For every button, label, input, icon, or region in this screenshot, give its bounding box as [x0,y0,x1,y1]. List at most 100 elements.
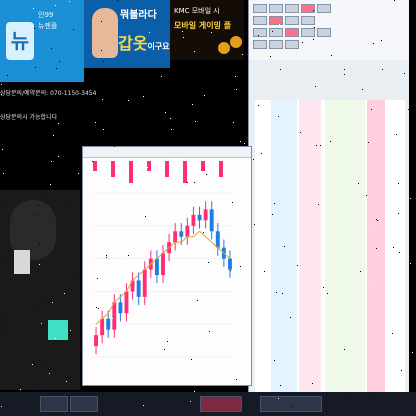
noise-dot [326,379,327,380]
noise-dot [106,255,107,256]
noise-dot [161,76,162,77]
coin-icon [230,36,242,48]
toolbar-button[interactable] [253,28,267,37]
noise-dot [371,109,372,110]
noise-dot [39,304,40,305]
volume-bar [183,161,187,183]
toolbar-button[interactable] [301,16,315,25]
noise-dot [120,257,121,258]
toolbar-button[interactable] [269,16,283,25]
noise-dot [381,40,382,41]
toolbar-button[interactable] [301,28,315,37]
banner-right-line1: KMC 모바일 시 [174,7,220,15]
noise-dot [292,231,293,232]
noise-dot [403,34,404,35]
toolbar-button[interactable] [253,16,267,25]
noise-dot [392,333,393,334]
toolbar-button[interactable] [253,4,267,13]
noise-dot [264,271,265,272]
toolbar-button[interactable] [301,4,315,13]
noise-dot [182,156,183,157]
noise-dot [209,331,210,332]
noise-dot [230,270,231,271]
noise-dot [49,105,50,106]
noise-dot [204,95,205,96]
noise-dot [95,122,96,123]
candle-body [203,209,208,221]
noise-dot [203,232,204,233]
noise-dot [89,163,90,164]
noise-dot [307,189,308,190]
noise-dot [323,287,324,288]
chart-window[interactable] [82,146,252,386]
badge-shape [14,250,30,274]
taskbar-item[interactable] [70,396,98,412]
noise-dot [282,293,283,294]
noise-dot [306,140,307,141]
noise-dot [376,248,377,249]
noise-dot [42,362,43,363]
noise-dot [297,265,298,266]
ad-banner-left[interactable]: 뉴 인99 뉴젠플 [0,0,84,82]
candlestick-chart[interactable] [83,157,251,385]
noise-dot [130,343,131,344]
banner-left-line1: 인99 [38,11,54,19]
noise-dot [106,257,107,258]
candle-body [136,280,141,297]
noise-dot [184,366,185,367]
toolbar-row [253,16,403,25]
toolbar-button[interactable] [285,28,299,37]
toolbar-button[interactable] [269,40,283,49]
taskbar-item[interactable] [40,396,68,412]
noise-dot [99,299,100,300]
banner-left-line2: 뉴젠플 [38,22,58,30]
toolbar-button[interactable] [317,4,331,13]
noise-dot [36,126,37,127]
noise-dot [10,88,11,89]
toolbar-button[interactable] [285,16,299,25]
noise-dot [348,395,349,396]
noise-dot [171,282,172,283]
noise-dot [344,349,345,350]
noise-dot [126,12,127,13]
noise-dot [195,222,196,223]
toolbar-button[interactable] [269,4,283,13]
noise-dot [286,55,287,56]
toolbar-button[interactable] [269,28,283,37]
noise-dot [270,56,271,57]
noise-dot [78,173,79,174]
noise-dot [294,320,295,321]
ad-banner-mid[interactable]: 뭐볼라다 갑옷이구요 [84,0,170,68]
taskbar-item[interactable] [260,396,322,412]
noise-dot [374,229,375,230]
taskbar-item[interactable] [200,396,242,412]
noise-dot [20,389,21,390]
noise-dot [141,43,142,44]
noise-dot [194,51,195,52]
noise-dot [326,411,327,412]
noise-dot [143,96,144,97]
toolbar-button[interactable] [285,40,299,49]
noise-dot [186,37,187,38]
noise-dot [59,61,60,62]
noise-dot [183,37,184,38]
noise-dot [377,220,378,221]
candle-body [228,258,232,270]
toolbar-button[interactable] [285,4,299,13]
toolbar-button[interactable] [317,28,331,37]
noise-dot [240,141,241,142]
noise-dot [164,362,165,363]
noise-dot [33,384,34,385]
candle-body [106,318,111,330]
order-book[interactable] [255,100,405,400]
noise-dot [272,214,273,215]
noise-dot [373,43,374,44]
noise-dot [261,153,262,154]
toolbar-row [253,28,403,37]
noise-dot [308,218,309,219]
noise-dot [206,174,207,175]
noise-dot [55,5,56,6]
noise-dot [316,145,317,146]
toolbar-button[interactable] [253,40,267,49]
ad-banner-right[interactable]: KMC 모바일 시 모바일 게이밍 플 [170,0,244,60]
